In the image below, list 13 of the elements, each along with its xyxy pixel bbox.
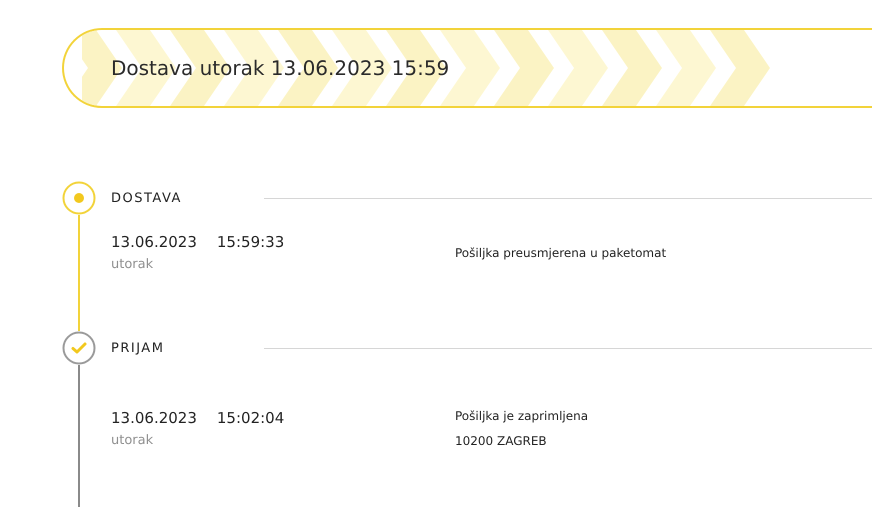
event-title: PRIJAM [111,340,166,356]
event-date: 13.06.2023 [111,233,197,251]
event-detail: 10200 ZAGREB [455,434,548,448]
event-detail: Pošiljka je zaprimljena [455,409,588,423]
event-time: 15:59:33 [216,233,284,251]
event-weekday: utorak [111,257,154,272]
event-time: 15:02:04 [216,409,284,427]
check-icon [62,331,96,365]
event-detail: Pošiljka preusmjerena u paketomat [455,246,666,260]
event-weekday: utorak [111,433,154,448]
event-title: DOSTAVA [111,190,183,206]
event-date: 13.06.2023 [111,409,197,427]
banner-title: Dostava utorak 13.06.2023 15:59 [111,56,450,80]
